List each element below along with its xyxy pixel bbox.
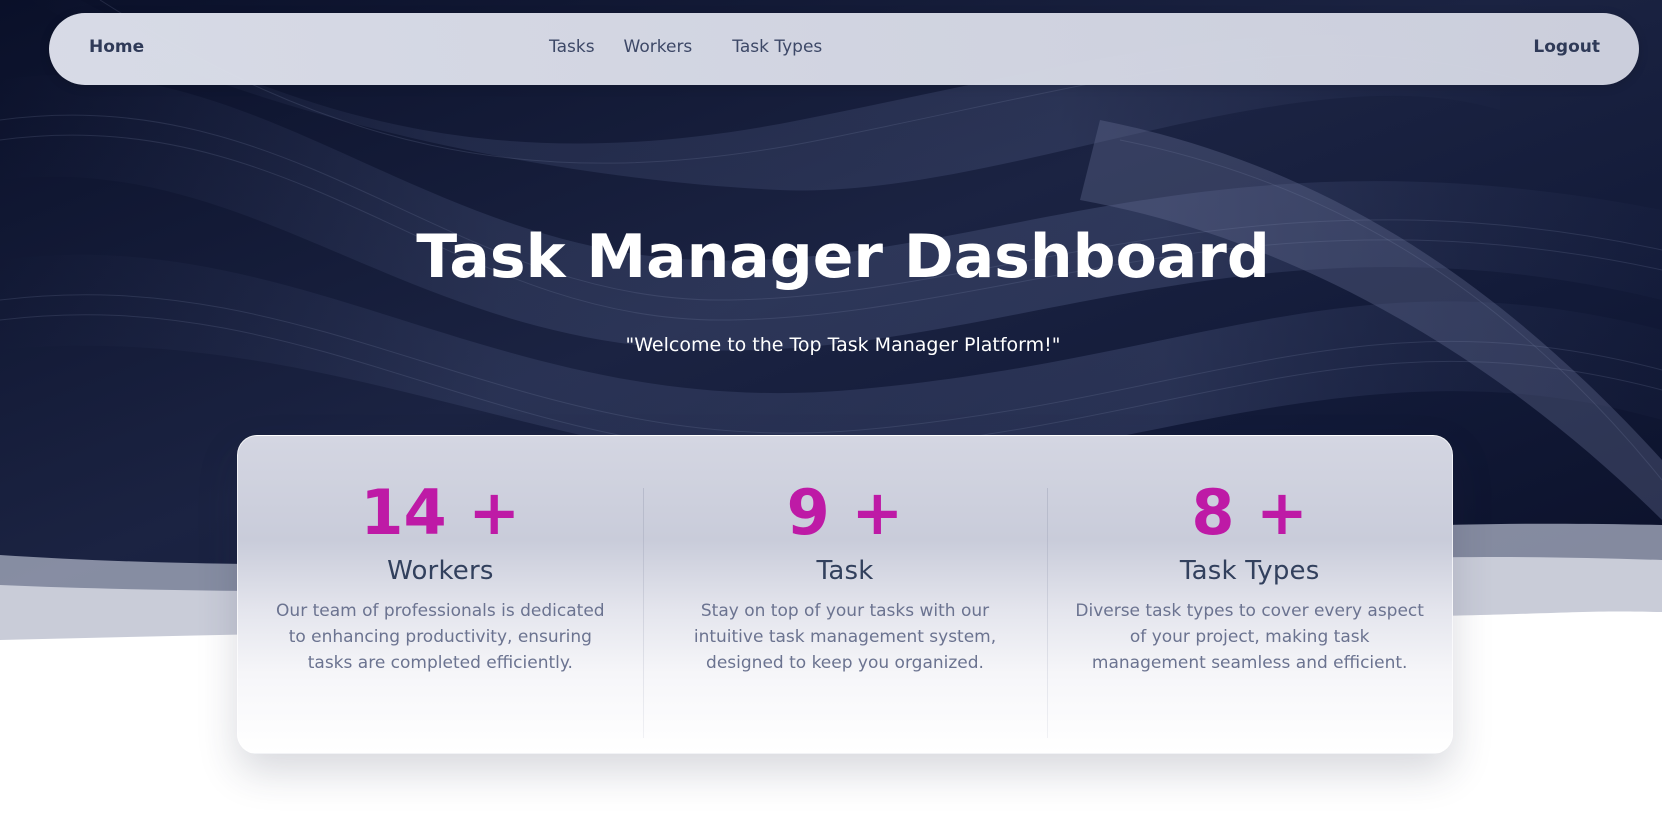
- stat-number: 14 +: [360, 476, 521, 549]
- stat-label: Task Types: [1179, 556, 1320, 587]
- logout-button[interactable]: Logout: [1533, 37, 1600, 57]
- nav-tasks-link[interactable]: Tasks: [549, 37, 595, 57]
- stat-label: Workers: [387, 556, 494, 587]
- stat-description: Stay on top of your tasks with our intui…: [693, 601, 997, 674]
- nav-workers-link[interactable]: Workers: [624, 37, 693, 57]
- stat-description: Our team of professionals is dedicated t…: [276, 601, 605, 674]
- nav-task-types-link[interactable]: Task Types: [732, 37, 822, 57]
- hero-subtitle: "Welcome to the Top Task Manager Platfor…: [625, 334, 1061, 356]
- stat-number: 8 +: [1191, 476, 1309, 549]
- stat-label: Task: [816, 556, 874, 587]
- nav-home-link[interactable]: Home: [89, 37, 144, 57]
- stat-workers: 14 + Workers Our team of professionals i…: [238, 436, 643, 753]
- stat-number: 9 +: [786, 476, 904, 549]
- nav-center-links: Tasks Workers Task Types: [549, 37, 822, 57]
- page-title: Task Manager Dashboard: [416, 222, 1270, 292]
- stats-card: 14 + Workers Our team of professionals i…: [237, 435, 1453, 754]
- stat-description: Diverse task types to cover every aspect…: [1075, 601, 1424, 674]
- stat-task-types: 8 + Task Types Diverse task types to cov…: [1047, 436, 1452, 753]
- stat-task: 9 + Task Stay on top of your tasks with …: [642, 436, 1048, 753]
- top-navbar: Home Tasks Workers Task Types Logout: [49, 13, 1639, 85]
- dashboard-page: Home Tasks Workers Task Types Logout Tas…: [0, 0, 1662, 818]
